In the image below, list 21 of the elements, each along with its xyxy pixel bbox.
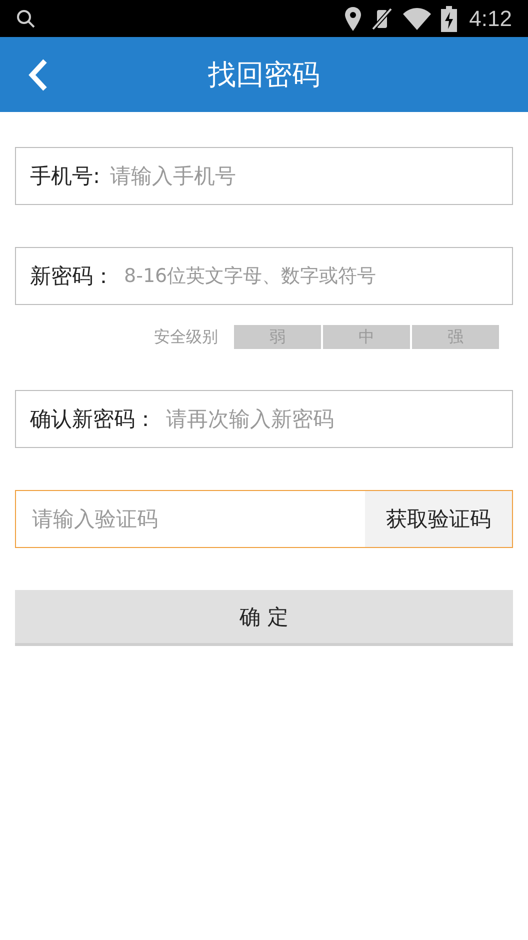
- field-label: 确认新密码：: [30, 406, 156, 433]
- strength-label: 安全级别: [154, 326, 218, 348]
- confirm-password-input[interactable]: 请再次输入新密码: [164, 406, 512, 432]
- get-code-button[interactable]: 获取验证码: [365, 491, 512, 547]
- phone-field[interactable]: 手机号: 请输入手机号: [15, 147, 513, 205]
- battery-icon: [441, 6, 458, 32]
- verify-code-field[interactable]: 请输入验证码 获取验证码: [15, 490, 513, 548]
- wifi-icon: [403, 8, 432, 30]
- password-field[interactable]: 新密码： 8-16位英文字母、数字或符号: [15, 247, 513, 305]
- field-label: 新密码：: [30, 263, 114, 290]
- password-input[interactable]: 8-16位英文字母、数字或符号: [122, 264, 512, 288]
- confirm-password-field[interactable]: 确认新密码： 请再次输入新密码: [15, 390, 513, 448]
- field-label: 手机号:: [30, 163, 100, 190]
- confirm-button[interactable]: 确 定: [15, 590, 513, 646]
- muted-vibrate-icon: [371, 6, 394, 30]
- phone-input[interactable]: 请输入手机号: [108, 163, 512, 189]
- search-icon: [16, 8, 36, 28]
- verify-code-input[interactable]: 请输入验证码: [30, 506, 365, 532]
- location-pin-icon: [345, 6, 362, 30]
- clock-time: 4:12: [469, 6, 512, 32]
- page-title: 找回密码: [208, 56, 320, 92]
